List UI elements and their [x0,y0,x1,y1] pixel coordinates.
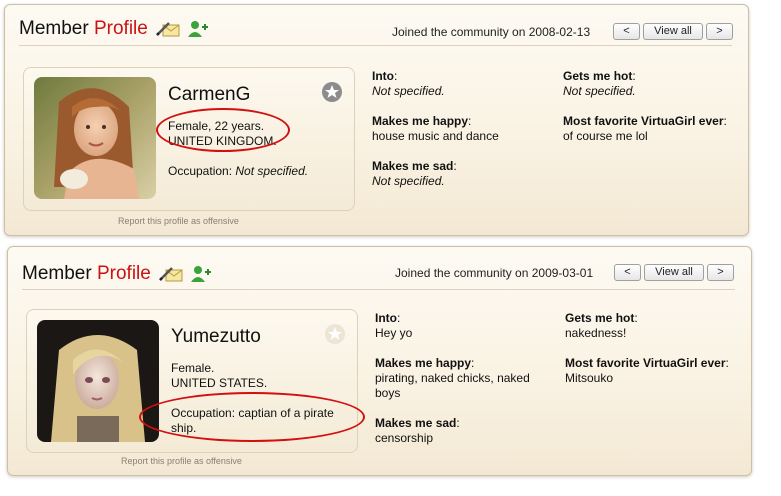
field-into: Into: Not specified. [372,69,547,99]
gets-me-hot-value: Not specified. [563,84,636,98]
next-button[interactable]: > [706,23,733,40]
makes-me-happy-label: Makes me happy [375,356,472,370]
favorite-girl-value: of course me lol [563,129,648,143]
profile-panel-yumezutto: Member Profile Joined the community on 2… [7,246,752,476]
favorite-girl-value: Mitsouko [565,371,614,385]
view-all-button[interactable]: View all [643,23,703,40]
profile-panel-carmeng: Member Profile Joined the community on 2… [4,4,749,236]
highlight-ellipse [139,392,365,442]
panel-title: Member Profile [22,263,151,285]
gets-me-hot-value: nakedness! [565,326,627,340]
field-makes-me-happy: Makes me happy: pirating, naked chicks, … [375,356,550,401]
gets-me-hot-label: Gets me hot [565,311,635,325]
field-gets-me-hot: Gets me hot: Not specified. [563,69,738,99]
username: CarmenG [168,84,251,105]
profile-photo[interactable] [34,77,156,199]
title-member: Member [19,18,89,39]
field-makes-me-sad: Makes me sad: censorship [375,416,550,446]
gender-age: Female. [171,361,215,375]
view-all-button[interactable]: View all [644,264,704,281]
favorite-star-icon[interactable] [322,82,342,102]
makes-me-happy-value: pirating, naked chicks, naked boys [375,371,530,400]
favorite-girl-label: Most favorite VirtuaGirl ever [565,356,726,370]
makes-me-sad-label: Makes me sad [375,416,457,430]
title-profile: Profile [96,263,151,284]
country: UNITED STATES. [171,376,268,390]
field-into: Into: Hey yo [375,311,550,341]
header-divider [22,289,735,290]
into-value: Not specified. [372,84,445,98]
add-friend-icon[interactable] [190,265,212,288]
report-link[interactable]: Report this profile as offensive [121,456,242,466]
title-member: Member [22,263,92,284]
makes-me-sad-value: censorship [375,431,434,445]
favorite-girl-label: Most favorite VirtuaGirl ever [563,114,724,128]
field-makes-me-sad: Makes me sad: Not specified. [372,159,547,189]
pencil-envelope-icon[interactable] [158,265,184,288]
occupation: Occupation: Not specified. [168,164,308,179]
profile-card: CarmenG Female, 22 years. UNITED KINGDOM… [23,67,355,211]
field-favorite-girl: Most favorite VirtuaGirl ever: of course… [563,114,738,144]
header-divider [19,45,732,46]
makes-me-happy-value: house music and dance [372,129,499,143]
next-button[interactable]: > [707,264,734,281]
profile-card: Yumezutto Female. UNITED STATES. Occupat… [26,309,365,453]
gets-me-hot-label: Gets me hot [563,69,633,83]
makes-me-sad-value: Not specified. [372,174,445,188]
makes-me-happy-label: Makes me happy [372,114,469,128]
highlight-ellipse [156,108,290,152]
add-friend-icon[interactable] [187,20,209,43]
field-makes-me-happy: Makes me happy: house music and dance [372,114,547,144]
favorite-star-icon[interactable] [325,324,345,344]
occupation-label: Occupation: [168,164,233,178]
profile-photo[interactable] [37,320,159,442]
header-icons [155,20,209,43]
report-link[interactable]: Report this profile as offensive [118,216,239,226]
title-profile: Profile [93,18,148,39]
prev-button[interactable]: < [614,264,641,281]
header-icons [158,265,212,288]
occupation-value: Not specified. [235,164,309,178]
field-gets-me-hot: Gets me hot: nakedness! [565,311,740,341]
into-value: Hey yo [375,326,413,340]
joined-date: Joined the community on 2008-02-13 [392,25,591,39]
into-label: Into [375,311,397,325]
joined-date: Joined the community on 2009-03-01 [395,266,594,280]
panel-title: Member Profile [19,18,148,40]
into-label: Into [372,69,394,83]
prev-button[interactable]: < [613,23,640,40]
field-favorite-girl: Most favorite VirtuaGirl ever: Mitsouko [565,356,740,386]
username: Yumezutto [171,326,261,347]
pencil-envelope-icon[interactable] [155,20,181,43]
makes-me-sad-label: Makes me sad [372,159,454,173]
